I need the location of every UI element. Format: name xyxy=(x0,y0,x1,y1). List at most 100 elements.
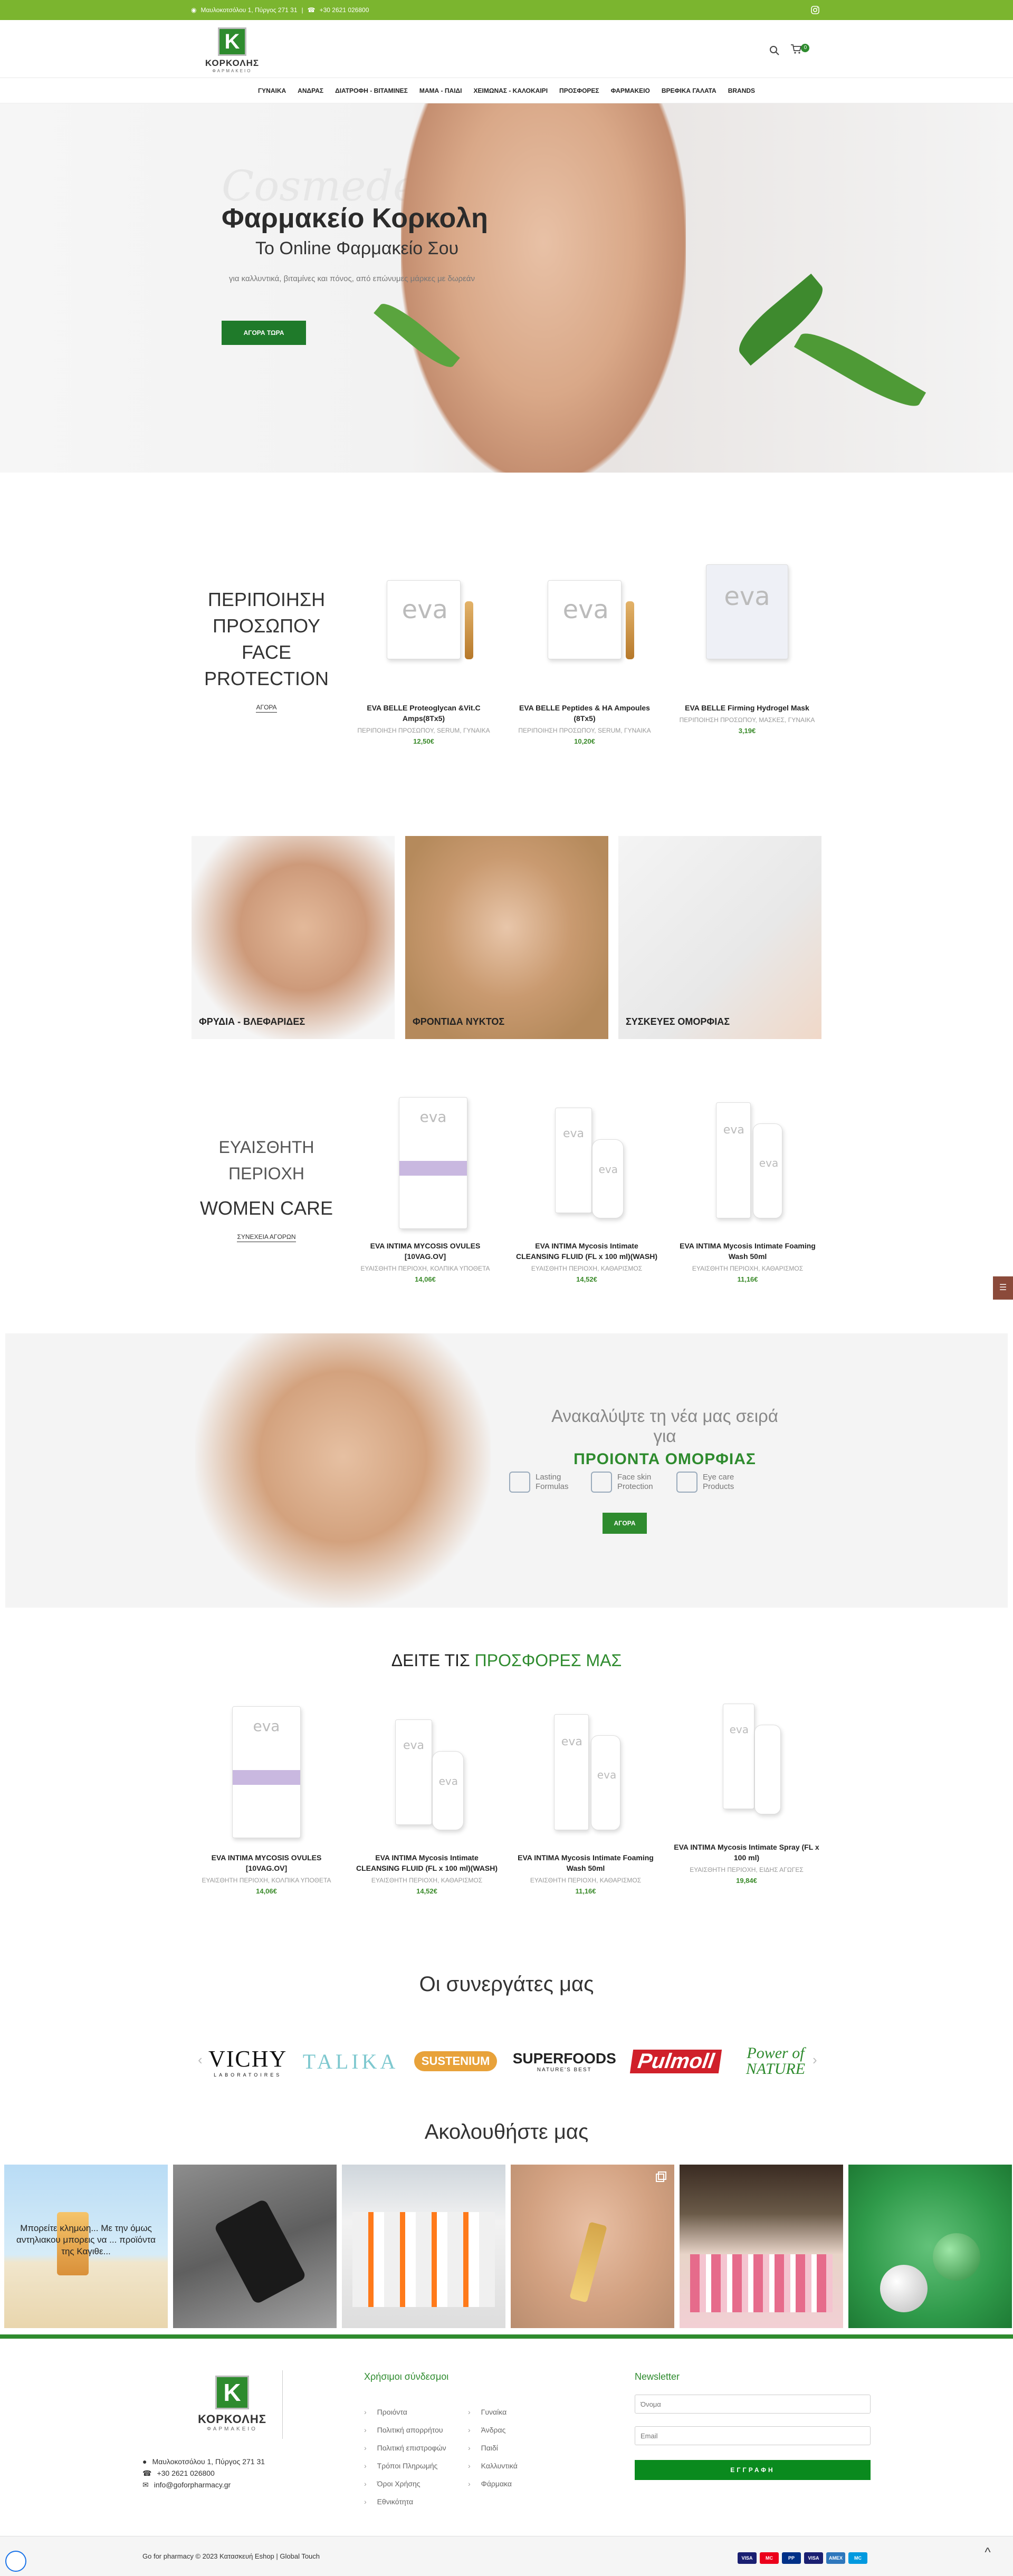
hero-shop-now-button[interactable]: ΑΓΟΡΑ ΤΩΡΑ xyxy=(222,321,306,345)
product-name[interactable]: EVA INTIMA MYCOSIS OVULES [10VAG.OV] xyxy=(351,1241,499,1262)
mastercard-icon: MC xyxy=(760,2552,779,2564)
product-card[interactable]: eva EVA BELLE Proteoglycan &Vit.C Amps(8… xyxy=(350,554,498,745)
product-name[interactable]: EVA BELLE Firming Hydrogel Mask xyxy=(673,703,821,713)
nav-item-offers[interactable]: ΠΡΟΣΦΟΡΕΣ xyxy=(559,87,599,94)
nav-item-brands[interactable]: BRANDS xyxy=(728,87,755,94)
newsletter-subscribe-button[interactable]: ΕΓΓΡΑΦΗ xyxy=(635,2460,871,2480)
newsletter-name-input[interactable] xyxy=(635,2395,871,2414)
partner-logo-talika[interactable]: TALIKA xyxy=(303,2049,399,2074)
product-card[interactable]: eva eva EVA INTIMA Mycosis Intimate CLEA… xyxy=(513,1092,661,1283)
face-shop-link[interactable]: ΑΓΟΡΑ xyxy=(256,704,277,713)
footer-link[interactable]: Όροι Χρήσης xyxy=(364,2475,446,2493)
map-pin-icon: ◉ xyxy=(191,6,197,14)
partner-logo-vichy[interactable]: VICHY LABORATOIRES xyxy=(208,2045,287,2078)
back-to-top-button[interactable]: ^ xyxy=(978,2545,997,2564)
partners-prev-arrow[interactable]: ‹ xyxy=(198,2052,203,2068)
product-card[interactable]: eva EVA INTIMA MYCOSIS OVULES [10VAG.OV]… xyxy=(351,1092,499,1283)
banner-shop-button[interactable]: ΑΓΟΡΑ xyxy=(603,1513,647,1534)
footer-link[interactable]: Προιόντα xyxy=(364,2403,446,2421)
product-card[interactable]: eva EVA BELLE Peptides & HA Ampoules (8T… xyxy=(511,554,658,745)
logo-sub: ΦΑΡΜΑΚΕΙΟ xyxy=(212,69,252,73)
nav-item-pharmacy[interactable]: ΦΑΡΜΑΚΕΙΟ xyxy=(611,87,650,94)
instagram-post[interactable] xyxy=(342,2165,505,2328)
footer-link[interactable]: Παιδί xyxy=(468,2439,518,2457)
product-category: ΕΥΑΙΣΘΗΤΗ ΠΕΡΙΟΧΗ, ΕΙΔΗΣ ΑΓΩΓΕΣ xyxy=(690,1866,804,1873)
logo-name: ΚΟΡΚΟΛΗΣ xyxy=(205,58,260,68)
offer-product-card[interactable]: eva eva EVA INTIMA Mycosis Intimate CLEA… xyxy=(353,1704,501,1895)
product-price: 14,52€ xyxy=(576,1275,597,1283)
product-image: eva xyxy=(371,554,476,691)
hero-title: Φαρμακείο Κορκολη xyxy=(222,203,488,234)
partners-next-arrow[interactable]: › xyxy=(813,2052,817,2068)
footer-link[interactable]: Φάρμακα xyxy=(468,2475,518,2493)
product-card[interactable]: eva eva EVA INTIMA Mycosis Intimate Foam… xyxy=(674,1092,821,1283)
offers-title: ΔΕΙΤΕ ΤΙΣ ΠΡΟΣΦΟΡΕΣ ΜΑΣ xyxy=(391,1651,622,1670)
product-image: eva xyxy=(694,554,800,691)
partner-logo-sustenium[interactable]: SUSTENIUM xyxy=(414,2051,498,2071)
face-icon xyxy=(591,1472,612,1493)
cart-button[interactable]: 0 xyxy=(790,44,810,57)
instagram-post[interactable] xyxy=(173,2165,337,2328)
footer-link[interactable]: Γυναίκα xyxy=(468,2403,518,2421)
category-tile-beauty-devices[interactable]: ΣΥΣΚΕΥΕΣ ΟΜΟΡΦΙΑΣ xyxy=(618,836,821,1039)
main-nav: ΓΥΝΑΙΚΑ ΑΝΔΡΑΣ ΔΙΑΤΡΟΦΗ - ΒΙΤΑΜΙΝΕΣ ΜΑΜΑ… xyxy=(0,78,1013,103)
product-card[interactable]: eva EVA BELLE Firming Hydrogel Mask ΠΕΡΙ… xyxy=(673,554,821,735)
footer-email[interactable]: info@goforpharmacy.gr xyxy=(154,2479,231,2491)
footer-link[interactable]: Άνδρας xyxy=(468,2421,518,2439)
product-name[interactable]: EVA INTIMA Mycosis Intimate CLEANSING FL… xyxy=(513,1241,661,1262)
nav-item-seasons[interactable]: ΧΕΙΜΩΝΑΣ - ΚΑΛΟΚΑΙΡΙ xyxy=(474,87,548,94)
product-price: 11,16€ xyxy=(737,1275,758,1283)
footer-phone[interactable]: +30 2621 026800 xyxy=(157,2467,214,2479)
nav-item-women[interactable]: ΓΥΝΑΙΚΑ xyxy=(258,87,286,94)
footer-link[interactable]: Πολιτική απορρήτου xyxy=(364,2421,446,2439)
category-tile-label: ΦΡΟΝΤΙΔΑ ΝΥΚΤΟΣ xyxy=(413,1016,505,1027)
women-title-line1: ΕΥΑΙΣΘΗΤΗ xyxy=(218,1138,314,1157)
footer-link[interactable]: Τρόποι Πληρωμής xyxy=(364,2457,446,2475)
offer-product-card[interactable]: eva EVA INTIMA MYCOSIS OVULES [10VAG.OV]… xyxy=(193,1704,340,1895)
offer-product-card[interactable]: eva eva EVA INTIMA Mycosis Intimate Foam… xyxy=(512,1704,660,1895)
email-icon: ✉ xyxy=(142,2481,149,2489)
instagram-icon[interactable] xyxy=(810,5,820,15)
instagram-post[interactable]: Μπορείτε κλημωη... Με την όμως αντηλιακο… xyxy=(4,2165,168,2328)
product-name[interactable]: EVA INTIMA Mycosis Intimate Foaming Wash… xyxy=(674,1241,821,1262)
cookie-settings-button[interactable] xyxy=(5,2551,26,2572)
instagram-post[interactable] xyxy=(511,2165,674,2328)
product-name[interactable]: EVA BELLE Peptides & HA Ampoules (8Tx5) xyxy=(511,703,658,724)
banner-model-image xyxy=(195,1333,491,1608)
instagram-post[interactable] xyxy=(680,2165,843,2328)
footer-link[interactable]: Πολιτική επιστροφών xyxy=(364,2439,446,2457)
hero-model-image xyxy=(401,103,686,473)
nav-item-baby-milk[interactable]: ΒΡΕΦΙΚΑ ΓΑΛΑΤΑ xyxy=(662,87,716,94)
side-gift-tab[interactable]: ☰ xyxy=(993,1276,1013,1300)
newsletter-email-input[interactable] xyxy=(635,2426,871,2445)
category-tile-night-care[interactable]: ΦΡΟΝΤΙΔΑ ΝΥΚΤΟΣ xyxy=(405,836,608,1039)
partner-logo-pulmoll[interactable]: Pulmoll xyxy=(629,2049,722,2073)
product-name[interactable]: EVA INTIMA Mycosis Intimate Spray (FL x … xyxy=(673,1842,820,1863)
instagram-post[interactable] xyxy=(848,2165,1012,2328)
nav-item-mother-child[interactable]: ΜΑΜΑ - ΠΑΙΔΙ xyxy=(419,87,462,94)
product-image: eva eva xyxy=(695,1092,800,1229)
search-icon[interactable] xyxy=(769,45,780,56)
women-shop-link[interactable]: ΣΥΝΕΧΕΙΑ ΑΓΟΡΩΝ xyxy=(237,1233,296,1242)
nav-item-nutrition[interactable]: ΔΙΑΤΡΟΦΗ - ΒΙΤΑΜΙΝΕΣ xyxy=(335,87,408,94)
top-address: Μαυλοκοτσόλου 1, Πύργος 271 31 xyxy=(200,6,298,14)
product-name[interactable]: EVA INTIMA MYCOSIS OVULES [10VAG.OV] xyxy=(193,1852,340,1873)
footer-link[interactable]: Καλλυντικά xyxy=(468,2457,518,2475)
top-phone[interactable]: +30 2621 026800 xyxy=(320,6,369,14)
category-tile-brows[interactable]: ΦΡΥΔΙΑ - ΒΛΕΦΑΡΙΔΕΣ xyxy=(192,836,395,1039)
offer-product-card[interactable]: eva EVA INTIMA Mycosis Intimate Spray (F… xyxy=(673,1693,820,1885)
product-name[interactable]: EVA BELLE Proteoglycan &Vit.C Amps(8Tx5) xyxy=(350,703,498,724)
footer-link[interactable]: Εθνικότητα xyxy=(364,2493,446,2511)
product-name[interactable]: EVA INTIMA Mycosis Intimate Foaming Wash… xyxy=(512,1852,660,1873)
partner-logo-superfoods[interactable]: SUPERFOODS NATURE'S BEST xyxy=(513,2050,616,2073)
cart-count-badge: 0 xyxy=(801,44,810,52)
product-image: eva eva xyxy=(533,1704,638,1841)
footer-logo[interactable]: K ΚΟΡΚΟΛΗΣ ΦΑΡΜΑΚΕΙΟ xyxy=(179,2376,285,2432)
product-category: ΠΕΡΙΠΟΙΗΣΗ ΠΡΟΣΩΠΟΥ, SERUM, ΓΥΝΑΙΚΑ xyxy=(357,727,490,734)
partner-logo-power-of-nature[interactable]: Power of NATURE xyxy=(736,2045,815,2077)
map-pin-icon: ● xyxy=(142,2457,147,2466)
site-logo[interactable]: ΚΟΡΚΟΛΗΣ ΦΑΡΜΑΚΕΙΟ xyxy=(200,27,264,73)
hero-banner: Cosmede Φαρμακείο Κορκολη Το Online Φαρμ… xyxy=(0,103,1013,473)
product-name[interactable]: EVA INTIMA Mycosis Intimate CLEANSING FL… xyxy=(353,1852,501,1873)
nav-item-men[interactable]: ΑΝΔΡΑΣ xyxy=(298,87,323,94)
